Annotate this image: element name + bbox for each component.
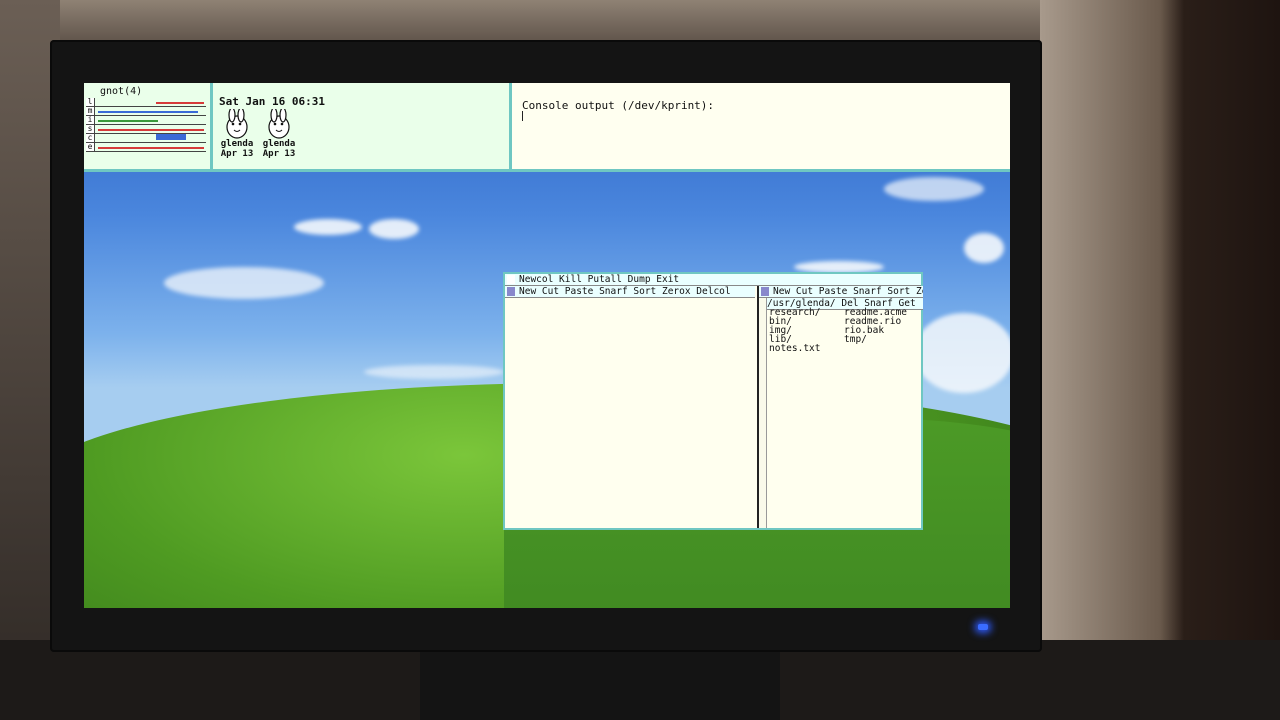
cloud <box>164 267 324 299</box>
stat-label: l <box>86 98 95 106</box>
console-window[interactable]: Console output (/dev/kprint): <box>512 83 1010 169</box>
column-tag-text[interactable]: New Cut Paste Snarf Sort Zerox Delcol <box>519 286 731 297</box>
cloud <box>294 219 362 235</box>
column-handle-icon[interactable] <box>507 287 515 296</box>
stats-title: gnot(4) <box>100 86 143 97</box>
column-tag-left[interactable]: New Cut Paste Snarf Sort Zerox Delcol <box>505 286 755 298</box>
cloud <box>364 365 504 379</box>
stat-row: m <box>86 107 206 116</box>
text-cursor <box>522 111 523 121</box>
cloud <box>369 219 419 239</box>
stat-label: e <box>86 143 95 151</box>
acme-column-right[interactable]: New Cut Paste Snarf Sort Zerox /usr/glen… <box>757 286 923 528</box>
cloud <box>884 177 984 201</box>
stat-row: c <box>86 134 206 143</box>
stat-row: e <box>86 143 206 152</box>
stat-bar <box>98 129 204 131</box>
clock-datetime: Sat Jan 16 06:31 <box>219 95 325 108</box>
column-handle-icon[interactable] <box>761 287 769 296</box>
cloud <box>914 313 1010 393</box>
stat-bar <box>156 134 186 140</box>
file-entry[interactable]: tmp/ <box>844 335 867 345</box>
stat-label: c <box>86 134 95 142</box>
acme-window[interactable]: Newcol Kill Putall Dump Exit New Cut Pas… <box>503 272 923 530</box>
user-date: Apr 13 <box>262 149 296 159</box>
user-name: glenda <box>220 139 254 149</box>
cloud <box>964 233 1004 263</box>
power-led-icon <box>978 624 988 630</box>
stats-window[interactable]: gnot(4) l m i s c e <box>84 83 213 169</box>
acme-main-tag-text[interactable]: Newcol Kill Putall Dump Exit <box>519 274 679 285</box>
stat-row: l <box>86 98 206 107</box>
stat-bar <box>98 111 198 113</box>
stat-row: s <box>86 125 206 134</box>
screen: gnot(4) l m i s c e Sat Jan 16 06:31 gle… <box>84 83 1010 608</box>
console-title: Console output (/dev/kprint): <box>522 99 715 112</box>
monitor-stand <box>420 652 780 720</box>
user-faces: glenda Apr 13 <box>259 109 299 159</box>
stat-label: i <box>86 116 95 124</box>
acme-column-left[interactable]: New Cut Paste Snarf Sort Zerox Delcol <box>505 286 755 528</box>
top-status-bar: gnot(4) l m i s c e Sat Jan 16 06:31 gle… <box>84 83 1010 172</box>
glenda-bunny-icon <box>226 109 248 139</box>
stat-bar <box>98 120 158 122</box>
stat-label: m <box>86 107 95 115</box>
stat-bar <box>156 102 204 104</box>
user-name: glenda <box>262 139 296 149</box>
layout-box-icon[interactable] <box>507 275 515 284</box>
stat-bar <box>98 147 204 149</box>
clock-window[interactable]: Sat Jan 16 06:31 glenda Apr 13 glenda Ap… <box>213 83 512 169</box>
stat-row: i <box>86 116 206 125</box>
scrollbar[interactable] <box>759 298 767 528</box>
user-faces: glenda Apr 13 <box>217 109 257 159</box>
file-entry[interactable]: notes.txt <box>769 344 820 354</box>
acme-main-tag[interactable]: Newcol Kill Putall Dump Exit <box>505 274 921 286</box>
column-tag-right[interactable]: New Cut Paste Snarf Sort Zerox <box>759 286 923 298</box>
stat-label: s <box>86 125 95 133</box>
column-tag-text[interactable]: New Cut Paste Snarf Sort Zerox <box>773 286 923 297</box>
glenda-bunny-icon <box>268 109 290 139</box>
wall-right <box>1040 0 1280 720</box>
user-date: Apr 13 <box>220 149 254 159</box>
